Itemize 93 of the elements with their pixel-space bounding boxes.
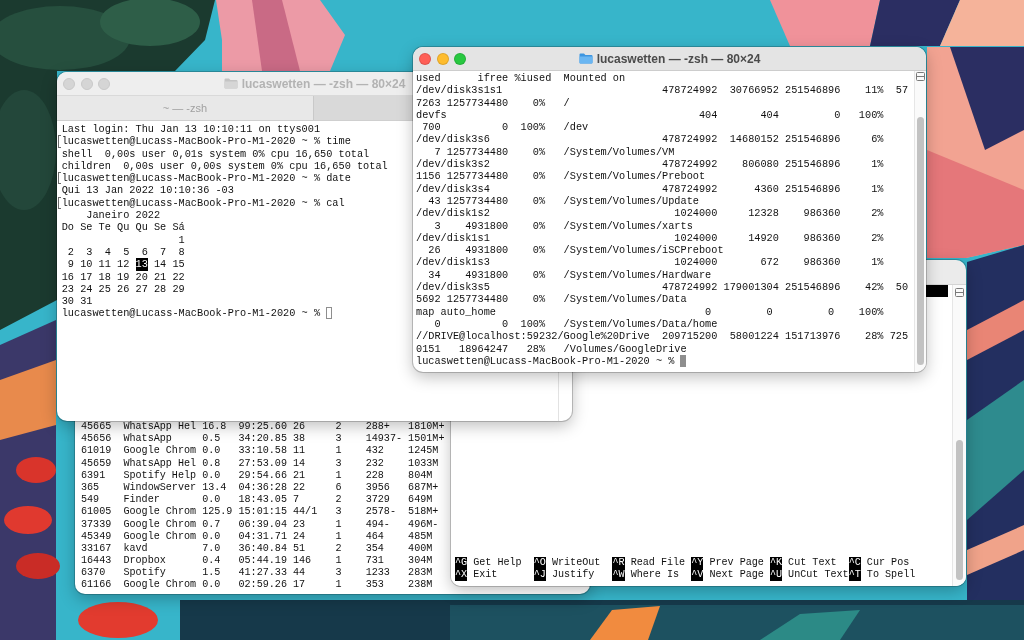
shortcut-label: Next Page [709, 568, 764, 581]
close-button[interactable] [63, 77, 75, 90]
terminal-line: 43 1257734480 0% /System/Volumes/Update [427, 194, 699, 208]
terminal-line: 16443 Dropbox 0.4 05:44.19 146 1 731 304M [81, 555, 433, 567]
terminal-line: Janeiro 2022 [85, 209, 161, 222]
flower-drawing [16, 553, 60, 579]
split-view-icon[interactable] [916, 72, 925, 81]
terminal-line: shell 0,00s user 0,01s system 0% cpu 16,650 total [61, 147, 370, 160]
terminal-line: 26 4931800 0% /System/Volumes/iSCPreboot [427, 244, 724, 257]
terminal-line: lucaswetten@Lucass-MacBook-Pro-M1-2020 ~ % [416, 354, 675, 368]
terminal-line: 6370 Spotify 1.5 41:27.33 44 3 1233 283M [81, 567, 433, 579]
terminal-line: 549 Finder 0.0 18:43.05 7 2 3729 649M [81, 494, 433, 506]
folder-icon [578, 53, 593, 64]
terminal-line: 1156 1257734480 0% /System/Volumes/Preboot [416, 170, 706, 183]
shortcut-key: ^U [769, 568, 783, 581]
terminal-line: /dev/disk3s1s1 478724992 30766952 251546896 11% 57 [416, 84, 909, 97]
terminal-line: 0 0 100% /System/Volumes/Data/home [433, 317, 718, 331]
terminal-line: lucaswetten@Lucass-MacBook-Pro-M1-2020 ~ % cal [61, 196, 345, 210]
terminal-line: 61166 Google Chrom 0.0 02:59.26 17 1 353 238M [81, 579, 433, 592]
terminal-line: 37339 Google Chrom 0.7 06:39.04 23 1 494- 496M- [81, 518, 439, 531]
terminal-line: 30 31 [61, 295, 93, 308]
split-view-icon[interactable] [955, 288, 964, 297]
shortcut-key: ^G [455, 556, 468, 569]
terminal-line: children 0,00s user 0,00s system 0% cpu 16,650 total [61, 159, 388, 173]
terminal-line: 23 24 25 26 27 28 29 [61, 282, 185, 296]
flower-drawing [4, 506, 52, 534]
minimize-button[interactable] [80, 77, 93, 90]
shortcut-label: WriteOut [551, 556, 601, 569]
terminal-line: 0151 18964247 28% /Volumes/GoogleDrive [416, 342, 687, 355]
terminal-line: 61019 Google Chrom 0.0 33:10.58 11 1 432 1245M [81, 445, 439, 458]
terminal-line: lucaswetten@Lucass-MacBook-Pro-M1-2020 ~ % date [61, 172, 351, 185]
window-title: lucaswetten — -zsh — 80×24 [596, 51, 761, 66]
terminal-line: 45665 WhatsApp Hel 16.8 99:25.60 26 2 288+ 1810M+ [81, 421, 445, 433]
terminal-line: 1 [177, 233, 185, 246]
terminal-line: //DRIVE@localhost:59232/Google%20Drive 209715200 58001224 151713976 28% 725 [416, 330, 909, 343]
shortcut-key: ^C [848, 556, 861, 569]
folder-icon [223, 78, 238, 89]
terminal-line: 61005 Google Chrom 125.9 15:01:15 44/1 3 2578- 518M+ [81, 506, 439, 519]
terminal-line: 2 3 4 5 6 7 8 [66, 245, 185, 259]
terminal-line: 700 0 100% /dev [421, 121, 589, 134]
terminal-line: Do Se Te Qu Qu Se Sá [61, 221, 185, 234]
terminal-line: /dev/disk3s6 478724992 14680152 251546896 6% [416, 133, 884, 146]
zoom-button[interactable] [98, 77, 110, 90]
shortcut-label: Exit [473, 568, 498, 581]
terminal-line: /dev/disk3s4 478724992 4360 251546896 1% [416, 182, 884, 195]
terminal-line: /dev/disk1s3 1024000 672 986360 1% [416, 256, 884, 269]
scrollbar-thumb[interactable] [956, 440, 963, 580]
flower-drawing [16, 457, 56, 483]
tab[interactable]: ~ — -zsh [57, 96, 313, 120]
terminal-line: used ifree %iused Mounted on [416, 72, 626, 85]
terminal-line: /dev/disk1s2 1024000 12328 986360 2% [416, 207, 884, 220]
terminal-line: 3 4931800 0% /System/Volumes/xarts [433, 219, 693, 232]
shortcut-key: ^O [533, 556, 546, 569]
shortcut-label: Prev Page [709, 556, 764, 569]
highlighted-day: 13 [135, 258, 148, 271]
terminal-line: 7 1257734480 0% /System/Volumes/VM [433, 145, 675, 159]
shortcut-label: Cut Text [788, 556, 837, 569]
shortcut-label: Where Is [630, 568, 680, 581]
tab[interactable] [313, 96, 413, 120]
window-title: lucaswetten — -zsh — 80×24 [241, 76, 406, 91]
terminal-line: 45656 WhatsApp 0.5 34:20.85 38 3 14937- 1501M+ [81, 433, 445, 445]
shortcut-label: Read File [630, 556, 686, 569]
terminal-line: 45349 Google Chrom 0.0 04:31.71 24 1 464 485M [81, 530, 433, 543]
terminal-line: /dev/disk1s1 1024000 14920 986360 2% [416, 231, 884, 245]
terminal-line: devfs 404 404 0 100% [416, 108, 884, 122]
terminal-line: lucaswetten@Lucass-MacBook-Pro-M1-2020 ~ % time [61, 135, 351, 148]
terminal-line: map auto_home 0 0 0 100% [416, 305, 884, 318]
terminal-line: lucaswetten@Lucass-MacBook-Pro-M1-2020 ~ % [61, 307, 321, 320]
shortcut-key: ^Y [691, 556, 704, 569]
shortcut-label: To Spell [866, 568, 916, 581]
header-bar [926, 285, 948, 297]
terminal-line: 365 WindowServer 13.4 04:36:28 22 6 3956 687M+ [81, 481, 439, 494]
terminal-line: 6391 Spotify Help 0.0 29:54.66 21 1 228 804M [81, 469, 433, 482]
terminal-line: 7263 1257734480 0% / [416, 96, 570, 109]
terminal-line: 5692 1257734480 0% /System/Volumes/Data [416, 293, 687, 306]
terminal-text: 9 10 11 12 [66, 258, 131, 271]
scrollbar-thumb[interactable] [917, 117, 924, 365]
terminal-line: 34 4931800 0% /System/Volumes/Hardware [427, 268, 712, 282]
shortcut-label: UnCut Text [788, 568, 849, 581]
shortcut-label: Cur Pos [866, 556, 910, 569]
shortcut-key: ^K [769, 556, 783, 569]
shortcut-label: Get Help [473, 556, 522, 569]
terminal-line: 45659 WhatsApp Hel 0.8 27:53.09 14 3 232 1033M [81, 457, 439, 470]
terminal-text: 14 15 [152, 258, 185, 271]
shortcut-label: Justify [551, 568, 595, 581]
shortcut-key: ^R [612, 556, 625, 569]
terminal-line: 33167 kavd 7.0 36:40.84 51 2 354 400M [81, 542, 433, 555]
terminal-line: 16 17 18 19 20 21 22 [61, 270, 185, 283]
terminal-line: Qui 13 Jan 2022 10:10:36 -03 [61, 184, 234, 197]
leaf-drawing [590, 606, 660, 640]
terminal-line: /dev/disk3s5 478724992 179001304 251546896 42% 50 [416, 281, 909, 294]
terminal-line: Last login: Thu Jan 13 10:10:11 on ttys001 [61, 123, 321, 136]
terminal-line: /dev/disk3s2 478724992 806080 251546896 1% [416, 158, 884, 171]
